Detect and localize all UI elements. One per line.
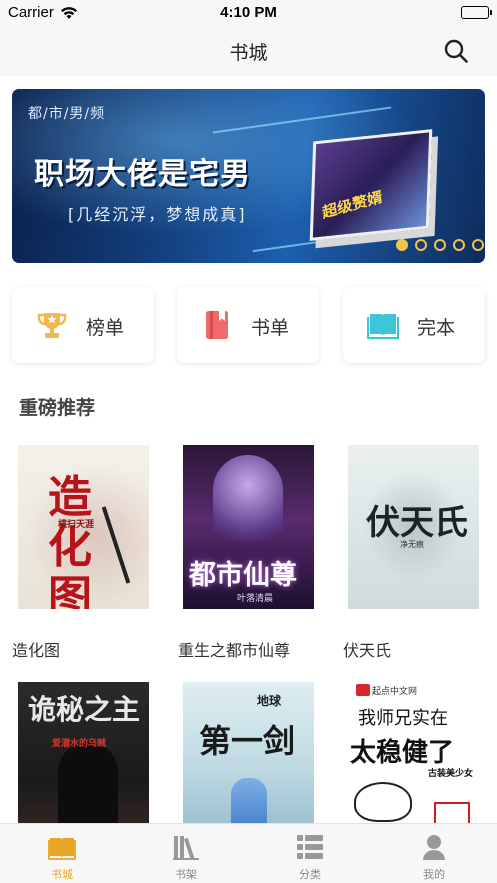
category-list-icon [296,833,324,861]
navigation-bar: 书城 [0,26,497,76]
tab-bookshelf[interactable]: 书架 [124,824,248,883]
cover-author: 净无痕 [400,540,424,549]
carousel-indicator [396,239,484,251]
cover-title: 都市仙尊 [189,560,297,591]
cover-sub: 我师兄实在 [358,708,448,729]
open-book-icon [367,309,399,341]
banner-book-cover: 超级赘婿 [309,129,433,241]
section-title: 重磅推荐 [19,397,96,419]
category-label: 完本 [417,317,456,339]
cover-title: 太稳健了 [350,738,455,768]
category-finished-button[interactable]: 完本 [343,287,485,363]
brand-logo [356,684,370,696]
page-title: 书城 [229,42,268,64]
booklist-icon [201,309,233,341]
book-title: 重生之都市仙尊 [178,641,291,660]
profile-icon [420,833,448,861]
battery-icon [461,6,492,19]
book-cover[interactable]: 伏天氏 净无痕 [348,445,479,609]
book-title: 伏天氏 [343,641,392,660]
cover-brand: 起点中文网 [372,687,418,697]
clock: 4:10 PM [220,4,277,21]
tab-label: 书架 [175,868,197,881]
cover-author: 叶落清晨 [237,594,274,604]
cover-extra: 古装美少女 [428,769,474,779]
banner-subtitle: [几经沉浮，梦想成真] [68,205,247,224]
carousel-dot[interactable] [472,239,484,251]
category-ranking-button[interactable]: 榜单 [12,287,154,363]
cover-author: 横扫天涯 [58,520,95,530]
tab-label: 书城 [51,868,73,881]
status-bar: Carrier 4:10 PM [0,0,497,26]
cover-author: 爱潜水的乌贼 [52,739,107,749]
carousel-dot[interactable] [415,239,427,251]
tab-category[interactable]: 分类 [248,824,372,883]
tab-profile[interactable]: 我的 [372,824,496,883]
banner-title: 职场大佬是宅男 [34,157,251,192]
book-cover[interactable]: 诡秘之主 爱潜水的乌贼 [18,682,149,846]
tab-label: 分类 [299,868,321,881]
cover-sub: 地球 [257,694,282,708]
tab-bar: 书城 书架 分类 我的 [0,823,497,883]
cover-title: 伏天氏 [366,503,468,543]
cover-title: 诡秘之主 [28,693,141,726]
book-title: 造化图 [12,641,61,660]
category-label: 榜单 [86,317,125,339]
bookstore-icon [48,833,76,861]
category-label: 书单 [251,317,290,339]
tab-bookstore[interactable]: 书城 [0,824,124,883]
promo-banner[interactable]: 都/市/男/频 职场大佬是宅男 [几经沉浮，梦想成真] 超级赘婿 [12,89,485,263]
cover-title: 第一剑 [199,722,296,760]
banner-tag: 都/市/男/频 [28,106,106,122]
category-booklist-button[interactable]: 书单 [177,287,319,363]
book-cover[interactable]: 起点中文网 我师兄实在 太稳健了 古装美少女 [348,682,479,846]
book-cover[interactable]: 造化图 横扫天涯 [18,445,149,609]
carousel-dot[interactable] [453,239,465,251]
book-cover[interactable]: 地球 第一剑 [183,682,314,846]
banner-book-title: 超级赘婿 [321,187,384,222]
carousel-dot[interactable] [434,239,446,251]
search-icon[interactable] [443,38,469,64]
bookshelf-icon [172,833,200,861]
trophy-icon [36,309,68,341]
book-cover[interactable]: 都市仙尊 叶落清晨 [183,445,314,609]
carousel-dot[interactable] [396,239,408,251]
tab-label: 我的 [423,868,445,881]
